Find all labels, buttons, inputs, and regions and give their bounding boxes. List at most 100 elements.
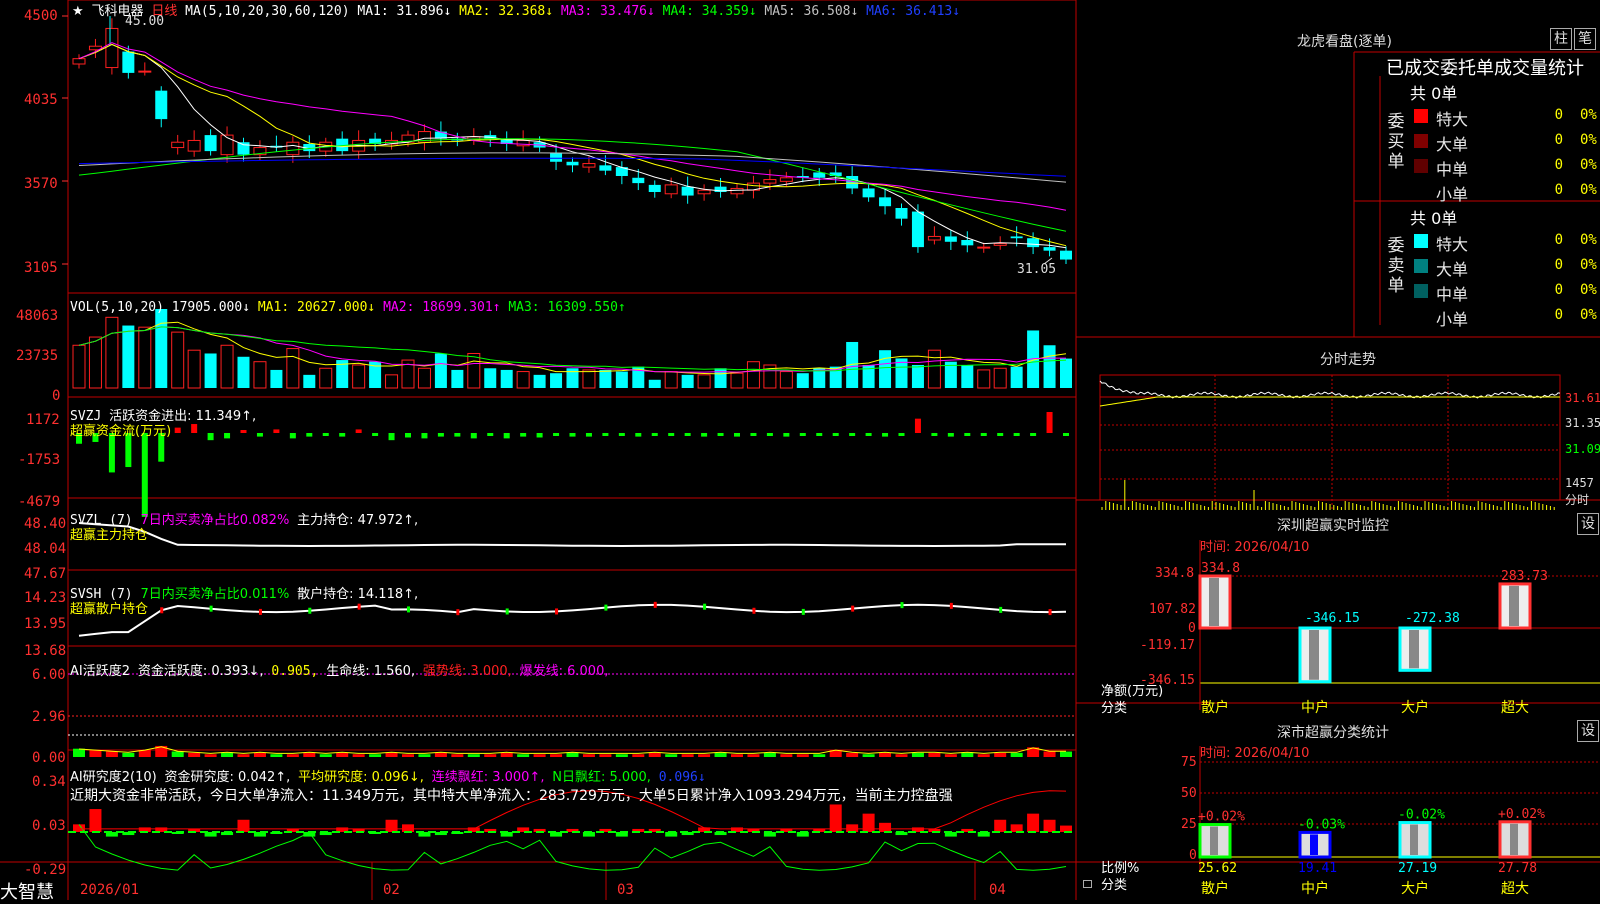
buy-xl-pct: 0% <box>1580 107 1597 123</box>
candle-down <box>599 165 612 171</box>
intraday-price <box>1099 380 1561 399</box>
candle-down <box>566 161 579 166</box>
sell-l-count: 0 <box>1554 257 1563 273</box>
svzj-bar <box>306 433 313 437</box>
vol-bar-up <box>927 349 941 389</box>
svzj-bar <box>618 433 625 436</box>
svzj-bar <box>964 433 971 436</box>
active-bar <box>632 754 645 757</box>
active-bar <box>286 754 299 757</box>
svzj-bar <box>1030 433 1037 436</box>
active-bar <box>796 754 809 757</box>
svzj-bar <box>141 433 148 517</box>
vol-bar-down <box>434 353 447 388</box>
active-bar <box>911 752 924 757</box>
ma4-value: MA4: 34.359↓ <box>662 4 757 19</box>
svsh-tick <box>456 609 460 616</box>
svzj-bar <box>585 433 592 437</box>
vol-bar-down <box>911 364 924 388</box>
active-bar <box>204 754 217 757</box>
vol-bar-up <box>746 361 760 389</box>
sell-s-pct: 0% <box>1580 307 1597 323</box>
active-bar <box>484 754 497 757</box>
svsh-tick <box>703 603 707 610</box>
vol-label: VOL(5,10,20) <box>70 300 164 315</box>
svzj-axis-0: 1172 <box>26 412 60 428</box>
vol-bar-down <box>599 369 612 388</box>
svsh-tick <box>999 606 1003 613</box>
svzj-bar <box>1063 433 1069 436</box>
candle-down <box>1010 236 1023 239</box>
classify-axis-1: 50 <box>1181 786 1197 801</box>
monitor-bar-value: -272.38 <box>1405 611 1460 626</box>
monitor-bar-shade <box>1209 578 1219 626</box>
vol-bar-down <box>961 364 974 388</box>
active-bar <box>73 748 85 757</box>
candle-up <box>171 141 185 149</box>
svzj-bar <box>191 424 198 433</box>
vol-bar-down <box>1043 345 1056 388</box>
candle-down <box>155 90 168 120</box>
svzj-bar <box>339 433 346 437</box>
tick-mode-button[interactable]: 笔 <box>1574 28 1596 50</box>
sell-row-xl: 特大 0 0% <box>1408 229 1600 254</box>
x-label-3: 04 <box>989 882 1006 898</box>
candle-down <box>862 188 875 198</box>
svsh-tick <box>258 608 262 615</box>
ai-research-c: 连续飘红: 3.000↑, <box>431 770 545 785</box>
buy-l-swatch <box>1414 134 1428 148</box>
svzj-bar <box>1013 433 1020 436</box>
active-bar <box>237 754 250 757</box>
svzl-axis-1: 48.04 <box>24 541 67 557</box>
intraday-vol-label: 1457 <box>1565 476 1594 490</box>
active-bar <box>665 754 678 757</box>
sell-m-swatch <box>1414 284 1428 298</box>
vol-value: 17905.000↓ <box>171 300 251 315</box>
active-bar <box>500 752 513 757</box>
lock-icon[interactable] <box>1083 880 1092 888</box>
active-bar <box>714 752 727 757</box>
research-bar <box>1043 819 1056 832</box>
sell-l-name: 大单 <box>1436 260 1469 279</box>
candle-down <box>550 152 563 162</box>
buy-m-name: 中单 <box>1436 160 1469 179</box>
classify-settings-button[interactable]: 设 <box>1577 720 1599 742</box>
classify-pct: 19.41 <box>1298 861 1337 876</box>
svzj-bar <box>832 433 839 436</box>
classify-category: 大户 <box>1401 880 1429 897</box>
svsh-tick <box>851 605 855 612</box>
monitor-settings-button[interactable]: 设 <box>1577 513 1599 535</box>
chart-canvas[interactable]: 334.8散户-346.15中户-272.38大户283.73超大+0.02%2… <box>0 0 1600 900</box>
svzl-ratio: 7日内买卖净占比0.082% <box>140 513 290 528</box>
buy-xl-count: 0 <box>1554 107 1563 123</box>
star-icon[interactable]: ★ <box>72 4 84 19</box>
classify-axis-3: 0 <box>1189 848 1197 863</box>
monitor-category: 中户 <box>1301 699 1329 716</box>
classify-change: -0.02% <box>1398 808 1445 823</box>
candle-down <box>911 211 924 248</box>
monitor-xlabel: 分类 <box>1101 701 1128 716</box>
order-stats-header: 已成交委托单成交量统计 <box>1386 58 1584 79</box>
ai-research-b: 平均研究度: 0.096↓, <box>298 770 424 785</box>
svzj-bar <box>470 433 477 439</box>
svzj-bar <box>207 433 214 441</box>
svzl-value: 主力持仓: 47.972↑, <box>297 513 419 528</box>
monitor-axis-0: 334.8 <box>1155 566 1195 581</box>
research-bar <box>829 804 842 832</box>
monitor-category: 超大 <box>1501 700 1529 716</box>
active-bar <box>369 754 382 757</box>
vol-bar-down <box>303 374 316 388</box>
svzj-bar <box>487 433 494 436</box>
classify-category: 中户 <box>1301 880 1329 897</box>
active-bar <box>122 752 135 757</box>
svsh-axis-0: 14.23 <box>24 590 67 606</box>
bar-mode-button[interactable]: 柱 <box>1550 28 1572 50</box>
vol-bar-down <box>1010 366 1023 388</box>
buy-row-m: 中单 0 0% <box>1408 154 1600 179</box>
intraday-avg <box>1099 396 1560 407</box>
active-bar <box>221 752 234 757</box>
svzj-bar <box>865 433 872 436</box>
active-bar <box>615 754 628 757</box>
candle-down <box>1027 238 1040 248</box>
classify-bar-shade <box>1410 824 1418 855</box>
